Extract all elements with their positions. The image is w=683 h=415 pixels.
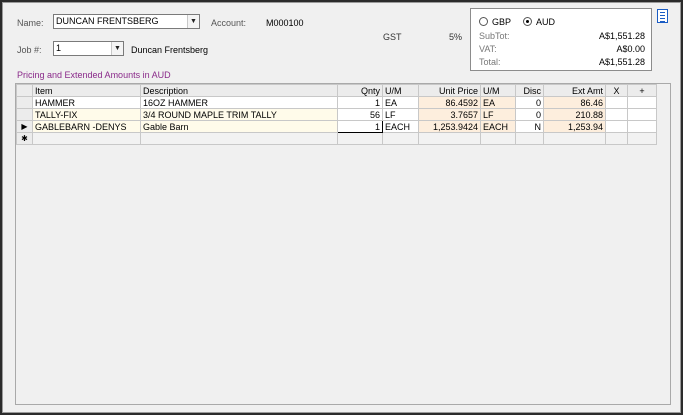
row-header-corner [16,84,33,97]
chevron-down-icon[interactable]: ▼ [111,42,123,55]
radio-checked-icon[interactable] [523,17,532,26]
table-row[interactable]: HAMMER 16OZ HAMMER 1 EA 86.4592 EA 0 86.… [16,96,657,109]
account-label: Account: [211,18,247,28]
col-um2[interactable]: U/M [480,84,516,97]
name-value: DUNCAN FRENTSBERG [56,16,159,26]
col-qnty[interactable]: Qnty [337,84,383,97]
total-label: Total: [479,57,501,67]
new-cell[interactable] [627,132,657,145]
account-value: M000100 [266,18,304,28]
cell-plus[interactable] [627,96,657,109]
col-unit-price[interactable]: Unit Price [418,84,481,97]
cell-disc[interactable]: N [515,120,544,133]
col-um[interactable]: U/M [382,84,419,97]
col-ext-amt[interactable]: Ext Amt [543,84,606,97]
new-cell[interactable] [543,132,606,145]
section-title: Pricing and Extended Amounts in AUD [17,70,171,80]
job-name: Duncan Frentsberg [131,45,209,55]
cell-unit-price[interactable]: 1,253.9424 [418,120,481,133]
cell-unit-price[interactable]: 3.7657 [418,108,481,121]
new-row-asterisk-icon[interactable]: ✱ [16,132,33,145]
cell-x[interactable] [605,96,628,109]
table-row[interactable]: TALLY-FIX 3/4 ROUND MAPLE TRIM TALLY 56 … [16,108,657,121]
new-cell[interactable] [337,132,383,145]
new-row[interactable]: ✱ [16,132,657,145]
cell-x[interactable] [605,108,628,121]
radio-aud[interactable]: AUD [523,17,555,27]
cell-item[interactable]: HAMMER [32,96,141,109]
cell-um2[interactable]: LF [480,108,516,121]
line-items-table: Item Description Qnty U/M Unit Price U/M… [16,84,657,145]
order-window: Name: DUNCAN FRENTSBERG ▼ Account: M0001… [2,2,681,413]
cell-qnty[interactable]: 1 [337,96,383,109]
cell-qnty-editing[interactable]: 1 [337,120,383,133]
cell-disc[interactable]: 0 [515,108,544,121]
cell-ext-amt[interactable]: 210.88 [543,108,606,121]
cell-um2[interactable]: EACH [480,120,516,133]
col-plus[interactable]: + [627,84,657,97]
col-disc[interactable]: Disc [515,84,544,97]
subtot-value: A$1,551.28 [598,31,645,41]
name-label: Name: [17,18,44,28]
header-row: Item Description Qnty U/M Unit Price U/M… [16,84,657,97]
radio-gbp[interactable]: GBP [479,17,511,27]
name-combobox[interactable]: DUNCAN FRENTSBERG ▼ [53,14,200,29]
new-cell[interactable] [382,132,419,145]
cell-item[interactable]: TALLY-FIX [32,108,141,121]
col-description[interactable]: Description [140,84,338,97]
cell-um[interactable]: LF [382,108,419,121]
col-item[interactable]: Item [32,84,141,97]
job-combobox[interactable]: 1 ▼ [53,41,124,56]
col-x[interactable]: X [605,84,628,97]
cell-description[interactable]: Gable Barn [140,120,338,133]
cell-plus[interactable] [627,120,657,133]
total-value: A$1,551.28 [598,57,645,67]
cell-unit-price[interactable]: 86.4592 [418,96,481,109]
radio-circle-icon[interactable] [479,17,488,26]
cell-description[interactable]: 3/4 ROUND MAPLE TRIM TALLY [140,108,338,121]
chevron-down-icon[interactable]: ▼ [187,15,199,28]
new-cell[interactable] [32,132,141,145]
cell-plus[interactable] [627,108,657,121]
subtot-label: SubTot: [479,31,510,41]
new-cell[interactable] [480,132,516,145]
new-cell[interactable] [140,132,338,145]
row-indicator[interactable] [16,108,33,121]
cell-x[interactable] [605,120,628,133]
job-value: 1 [56,43,62,53]
line-items-grid: Item Description Qnty U/M Unit Price U/M… [15,83,671,405]
cell-item[interactable]: GABLEBARN -DENYS [32,120,141,133]
cell-um2[interactable]: EA [480,96,516,109]
cell-um[interactable]: EA [382,96,419,109]
cell-disc[interactable]: 0 [515,96,544,109]
cell-description[interactable]: 16OZ HAMMER [140,96,338,109]
vat-label: VAT: [479,44,497,54]
new-cell[interactable] [515,132,544,145]
new-cell[interactable] [605,132,628,145]
menu-list-icon[interactable] [657,9,668,23]
cell-qnty[interactable]: 56 [337,108,383,121]
job-label: Job #: [17,45,42,55]
cell-um[interactable]: EACH [382,120,419,133]
vat-value: A$0.00 [616,44,645,54]
current-row-arrow-icon[interactable]: ▶ [16,120,33,133]
currency-totals-panel: GBP AUD SubTot: A$1,551.28 VAT: A$0.00 T… [470,8,652,71]
gst-value: 5% [449,32,463,42]
cell-ext-amt[interactable]: 1,253.94 [543,120,606,133]
cell-ext-amt[interactable]: 86.46 [543,96,606,109]
new-cell[interactable] [418,132,481,145]
gst-label: GST [383,32,402,42]
row-indicator[interactable] [16,96,33,109]
table-row-selected[interactable]: ▶ GABLEBARN -DENYS Gable Barn 1 EACH 1,2… [16,120,657,133]
